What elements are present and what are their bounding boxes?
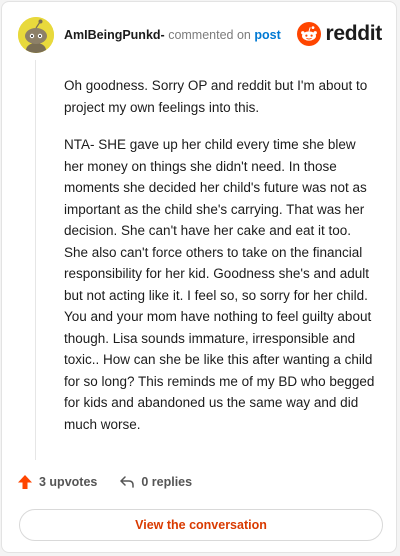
comment-actions: 3 upvotes 0 replies: [17, 474, 214, 490]
view-conversation-button[interactable]: View the conversation: [19, 509, 383, 541]
reply-button[interactable]: 0 replies: [119, 474, 192, 490]
reddit-wordmark: reddit: [325, 22, 382, 45]
username[interactable]: AmIBeingPunkd-: [64, 28, 165, 42]
post-link[interactable]: post: [254, 28, 280, 42]
thread-line: [35, 60, 36, 460]
user-avatar[interactable]: [18, 17, 54, 53]
upvote-count: 3 upvotes: [39, 475, 98, 489]
comment-card: AmIBeingPunkd- commented on post reddit …: [1, 1, 397, 553]
comment-body: Oh goodness. Sorry OP and reddit but I'm…: [64, 75, 376, 451]
comment-paragraph: Oh goodness. Sorry OP and reddit but I'm…: [64, 78, 368, 115]
comment-paragraph: NTA- SHE gave up her child every time sh…: [64, 137, 375, 432]
reply-count: 0 replies: [141, 475, 193, 489]
reddit-logo-icon: [297, 22, 322, 46]
snoo-avatar-icon: [18, 17, 54, 53]
comment-header: AmIBeingPunkd- commented on post: [64, 28, 281, 42]
reddit-logo[interactable]: reddit: [297, 22, 382, 46]
upvote-arrow-icon: [18, 475, 32, 489]
comment-action-text: commented on: [168, 28, 251, 42]
reply-arrow-icon: [120, 476, 135, 488]
upvote-button[interactable]: 3 upvotes: [17, 474, 97, 490]
